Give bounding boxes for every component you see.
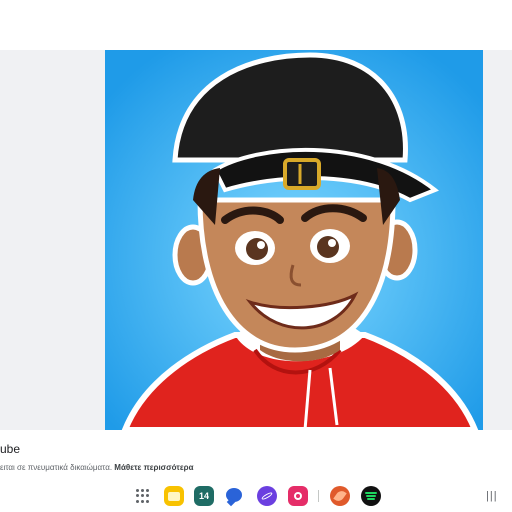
learn-more-link[interactable]: Μάθετε περισσότερα (114, 463, 193, 472)
notes-icon[interactable] (330, 486, 350, 506)
camera-icon[interactable] (288, 486, 308, 506)
internet-icon[interactable] (257, 486, 277, 506)
avatar-image[interactable] (105, 50, 483, 430)
copyright-notice: ειται σε πνευματικά δικαιώματα. Μάθετε π… (0, 463, 194, 472)
messages-icon[interactable] (226, 488, 242, 502)
caption-title: ube (0, 442, 21, 456)
files-icon[interactable] (164, 486, 184, 506)
taskbar (0, 480, 512, 512)
taskbar-divider (318, 490, 319, 502)
top-strip (0, 0, 512, 50)
apps-grid-icon[interactable] (136, 489, 150, 503)
spotify-icon[interactable] (361, 486, 381, 506)
recents-button[interactable]: ||| (486, 490, 498, 502)
calendar-icon[interactable]: 14 (194, 486, 214, 506)
copyright-notice-text: ειται σε πνευματικά δικαιώματα. (0, 463, 113, 472)
